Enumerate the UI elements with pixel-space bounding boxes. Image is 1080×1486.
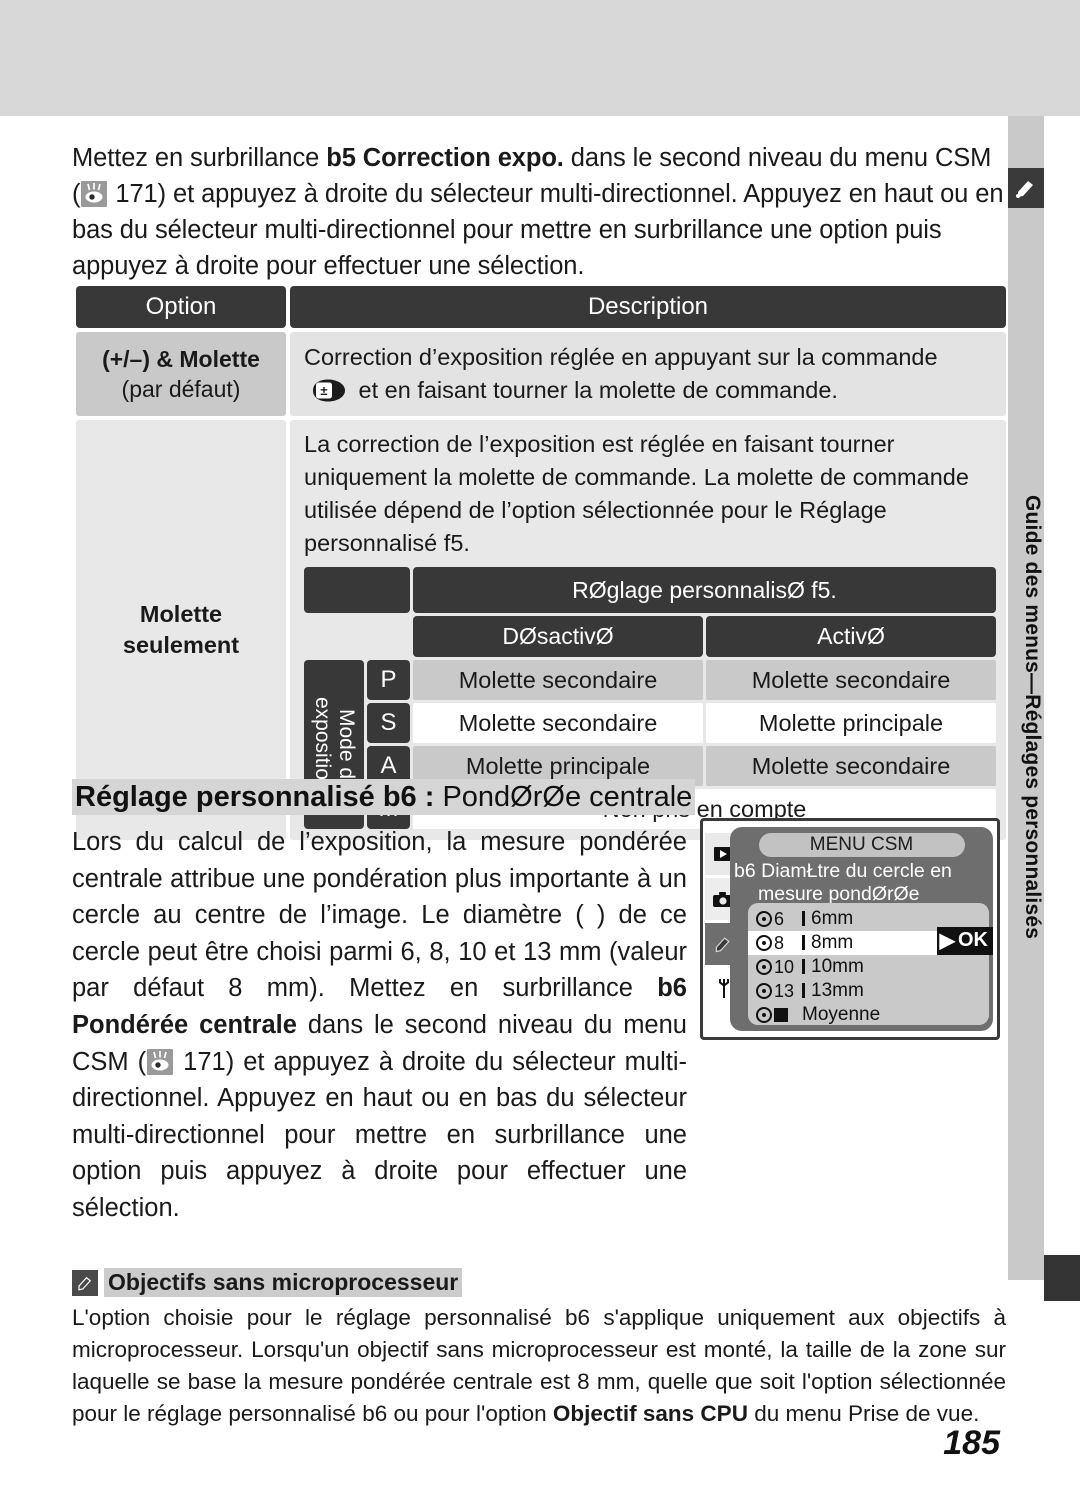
lcd-option-label: 13mm bbox=[802, 980, 864, 1002]
subtable-corner-spacer bbox=[304, 616, 410, 657]
lcd-option-num: 8 bbox=[774, 932, 785, 953]
right-arrow-icon: ▶ bbox=[939, 930, 955, 952]
option-cell-default: (+/–) & Molette (par défaut) bbox=[76, 332, 286, 416]
lcd-panel: MENU CSM b6 DiamŁtre du cercle en mesure… bbox=[730, 827, 993, 1031]
option-cell-dial-only: Molette seulement bbox=[76, 420, 286, 840]
lcd-item-code: b6 bbox=[734, 860, 756, 882]
heading-bold: Réglage personnalisé b6 : bbox=[75, 781, 435, 813]
desc-paragraph: La correction de l’exposition est réglée… bbox=[304, 431, 969, 556]
intro-bold-setting: b5 Correction expo. bbox=[326, 144, 564, 172]
page-edge-marker bbox=[1044, 1255, 1080, 1301]
exposure-compensation-button-icon: ± bbox=[307, 378, 349, 403]
header-description: Description bbox=[290, 286, 1006, 328]
bar-icon bbox=[802, 959, 805, 974]
intro-text-3: 171) et appuyez à droite du sélecteur mu… bbox=[72, 180, 1004, 280]
bar-icon bbox=[802, 911, 805, 926]
lcd-option-13mm[interactable]: 13 13mm bbox=[748, 979, 989, 1003]
subtable-column-header-row: DØsactivØ ActivØ bbox=[304, 616, 996, 657]
note-heading: Objectifs sans microprocesseur bbox=[72, 1268, 1006, 1297]
lcd-option-num: 10 bbox=[774, 956, 795, 977]
table-header-row: Option Description bbox=[76, 286, 1006, 328]
lcd-ok-label: OK bbox=[958, 929, 988, 951]
mode-letter-s: S bbox=[367, 703, 410, 743]
circle-8-icon: 8 bbox=[756, 933, 802, 954]
lcd-menu-title: MENU CSM bbox=[758, 833, 965, 857]
pencil-icon bbox=[1008, 168, 1044, 208]
value-s-off: Molette secondaire bbox=[413, 703, 703, 743]
lcd-option-num: 13 bbox=[774, 980, 795, 1001]
lcd-option-moyenne[interactable]: Moyenne bbox=[748, 1003, 989, 1027]
page-number: 185 bbox=[943, 1424, 1000, 1462]
intro-text-1: Mettez en surbrillance bbox=[72, 144, 327, 172]
page-top-band bbox=[0, 0, 1080, 116]
value-row-p: Molette secondaire Molette secondaire bbox=[413, 660, 996, 700]
lcd-option-num: 6 bbox=[774, 908, 785, 929]
header-option: Option bbox=[76, 286, 286, 328]
note-body: L'option choisie pour le réglage personn… bbox=[72, 1302, 1006, 1430]
value-p-off: Molette secondaire bbox=[413, 660, 703, 700]
body-text-a: Lors du calcul de l’exposition, la mesur… bbox=[72, 828, 687, 1003]
subtable-col-on: ActivØ bbox=[706, 616, 996, 657]
note-bold-option: Objectif sans CPU bbox=[552, 1401, 748, 1426]
table-row: (+/–) & Molette (par défaut) Correction … bbox=[76, 332, 1006, 416]
svg-text:±: ± bbox=[320, 383, 327, 398]
lcd-option-label: 10mm bbox=[802, 956, 864, 978]
note-text-b: du menu Prise de vue. bbox=[747, 1401, 980, 1426]
section-body: Lors du calcul de l’exposition, la mesur… bbox=[72, 824, 687, 1227]
subtable-title: RØglage personnalisØ f5. bbox=[413, 567, 996, 613]
intro-paragraph: Mettez en surbrillance b5 Correction exp… bbox=[72, 140, 1006, 284]
desc-text-b: et en faisant tourner la molette de comm… bbox=[352, 377, 838, 403]
circle-13-icon: 13 bbox=[756, 981, 802, 1002]
lcd-ok-badge[interactable]: ▶ OK bbox=[936, 927, 993, 955]
pencil-icon bbox=[72, 1269, 98, 1296]
subtable-corner-blank bbox=[304, 567, 410, 613]
value-row-s: Molette secondaire Molette principale bbox=[413, 703, 996, 743]
option-label-bold: (+/–) & Molette bbox=[102, 346, 260, 372]
lcd-option-label: 8mm bbox=[802, 932, 853, 954]
lcd-option-list: 6 6mm 8 8mm 10 10mm 13 13mm Moyenne bbox=[748, 903, 989, 1025]
value-s-on: Molette principale bbox=[706, 703, 996, 743]
note-title: Objectifs sans microprocesseur bbox=[104, 1268, 463, 1297]
bar-icon bbox=[802, 935, 805, 950]
mode-letter-p: P bbox=[367, 660, 410, 700]
lcd-option-10mm[interactable]: 10 10mm bbox=[748, 955, 989, 979]
subtable-title-row: RØglage personnalisØ f5. bbox=[304, 567, 996, 613]
options-table: Option Description (+/–) & Molette (par … bbox=[76, 286, 1006, 844]
subtable-col-off: DØsactivØ bbox=[413, 616, 703, 657]
description-cell-dial-only: La correction de l’exposition est réglée… bbox=[290, 420, 1006, 840]
lcd-option-label: Moyenne bbox=[802, 1004, 881, 1025]
page-title: Réglage personnalisé b6 : PondØrØe centr… bbox=[72, 778, 772, 816]
heading-rest: PondØrØe centrale bbox=[434, 781, 693, 813]
circle-10-icon: 10 bbox=[756, 957, 802, 978]
sidebar-tab-label: Guide des menus—Réglages personnalisés bbox=[1021, 494, 1044, 940]
lcd-subtitle-line1: DiamŁtre du cercle en bbox=[761, 860, 952, 882]
eye-reference-icon bbox=[81, 181, 108, 207]
lcd-option-label: 6mm bbox=[802, 908, 853, 930]
desc-text-a: Correction d’exposition réglée en appuya… bbox=[304, 344, 938, 370]
value-p-on: Molette secondaire bbox=[706, 660, 996, 700]
circle-square-icon bbox=[756, 1007, 802, 1023]
bar-icon bbox=[802, 983, 805, 998]
table-row: Molette seulement La correction de l’exp… bbox=[76, 420, 1006, 840]
note-block: Objectifs sans microprocesseur L'option … bbox=[72, 1268, 1006, 1430]
option-label-sub: (par défaut) bbox=[121, 376, 241, 402]
circle-6-icon: 6 bbox=[756, 909, 802, 930]
description-cell-default: Correction d’exposition réglée en appuya… bbox=[290, 332, 1006, 416]
eye-reference-icon bbox=[147, 1048, 174, 1075]
camera-lcd-figure: MENU CSM b6 DiamŁtre du cercle en mesure… bbox=[700, 818, 1000, 1040]
